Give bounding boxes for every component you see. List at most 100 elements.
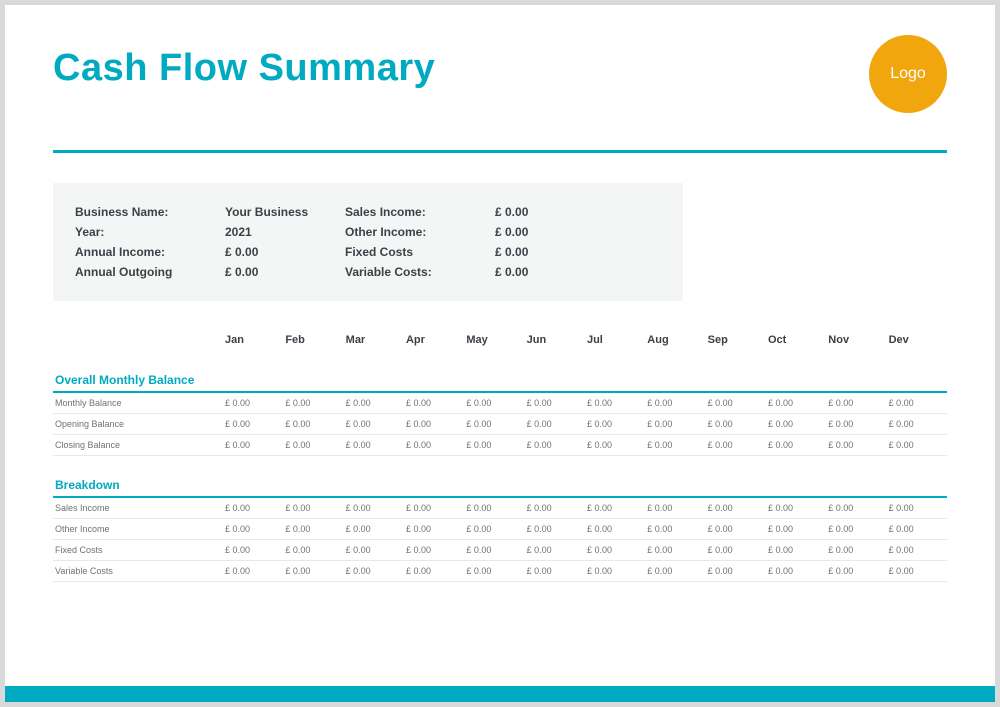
cell-value: £ 0.00 [585,561,645,582]
variable-costs-label: Variable Costs: [345,265,495,279]
cell-value: £ 0.00 [223,561,283,582]
cell-value: £ 0.00 [525,561,585,582]
cell-value: £ 0.00 [887,540,947,561]
cell-value: £ 0.00 [223,519,283,540]
cell-value: £ 0.00 [404,497,464,519]
cell-value: £ 0.00 [887,497,947,519]
month-header: Aug [645,329,705,351]
sales-income-label: Sales Income: [345,205,495,219]
cell-value: £ 0.00 [766,561,826,582]
cell-value: £ 0.00 [645,561,705,582]
business-name-label: Business Name: [75,205,225,219]
cell-value: £ 0.00 [283,414,343,435]
cell-value: £ 0.00 [283,435,343,456]
cell-value: £ 0.00 [344,519,404,540]
cell-value: £ 0.00 [706,519,766,540]
cell-value: £ 0.00 [344,497,404,519]
logo-text: Logo [890,65,926,83]
cell-value: £ 0.00 [706,561,766,582]
cell-value: £ 0.00 [525,414,585,435]
year-label: Year: [75,225,225,239]
cell-value: £ 0.00 [525,435,585,456]
cell-value: £ 0.00 [464,519,524,540]
cell-value: £ 0.00 [344,540,404,561]
table-wrap: JanFebMarAprMayJunJulAugSepOctNovDev Ove… [53,329,947,582]
cell-value: £ 0.00 [464,561,524,582]
cell-value: £ 0.00 [404,540,464,561]
cell-value: £ 0.00 [344,414,404,435]
cell-value: £ 0.00 [283,392,343,414]
section-title: Breakdown [53,456,947,498]
cell-value: £ 0.00 [706,414,766,435]
cell-value: £ 0.00 [766,497,826,519]
cell-value: £ 0.00 [826,414,886,435]
cell-value: £ 0.00 [826,519,886,540]
cell-value: £ 0.00 [223,497,283,519]
cell-value: £ 0.00 [223,414,283,435]
cell-value: £ 0.00 [525,497,585,519]
cell-value: £ 0.00 [464,414,524,435]
month-header: Apr [404,329,464,351]
cell-value: £ 0.00 [404,392,464,414]
cell-value: £ 0.00 [283,497,343,519]
cell-value: £ 0.00 [283,561,343,582]
cell-value: £ 0.00 [464,435,524,456]
cell-value: £ 0.00 [706,392,766,414]
table-row: Sales Income£ 0.00£ 0.00£ 0.00£ 0.00£ 0.… [53,497,947,519]
cell-value: £ 0.00 [464,497,524,519]
cell-value: £ 0.00 [645,435,705,456]
row-label: Opening Balance [53,414,223,435]
cell-value: £ 0.00 [826,435,886,456]
cell-value: £ 0.00 [706,497,766,519]
other-income-value: £ 0.00 [495,225,615,239]
month-header: Jan [223,329,283,351]
cell-value: £ 0.00 [404,435,464,456]
divider [53,150,947,153]
table-row: Fixed Costs£ 0.00£ 0.00£ 0.00£ 0.00£ 0.0… [53,540,947,561]
cell-value: £ 0.00 [645,414,705,435]
month-header: Jul [585,329,645,351]
cell-value: £ 0.00 [223,540,283,561]
month-header: Feb [283,329,343,351]
cell-value: £ 0.00 [645,392,705,414]
month-header: Oct [766,329,826,351]
month-header-row: JanFebMarAprMayJunJulAugSepOctNovDev [53,329,947,351]
cell-value: £ 0.00 [344,435,404,456]
cell-value: £ 0.00 [585,435,645,456]
cell-value: £ 0.00 [826,497,886,519]
cell-value: £ 0.00 [525,392,585,414]
month-header: Mar [344,329,404,351]
cell-value: £ 0.00 [585,392,645,414]
cell-value: £ 0.00 [645,540,705,561]
cell-value: £ 0.00 [645,497,705,519]
cell-value: £ 0.00 [344,392,404,414]
cell-value: £ 0.00 [766,435,826,456]
table-row: Closing Balance£ 0.00£ 0.00£ 0.00£ 0.00£… [53,435,947,456]
row-label: Variable Costs [53,561,223,582]
cell-value: £ 0.00 [766,540,826,561]
cell-value: £ 0.00 [223,392,283,414]
cell-value: £ 0.00 [826,561,886,582]
page: Cash Flow Summary Logo Business Name: Yo… [5,5,995,702]
month-header: Sep [706,329,766,351]
cell-value: £ 0.00 [404,519,464,540]
table-row: Variable Costs£ 0.00£ 0.00£ 0.00£ 0.00£ … [53,561,947,582]
cell-value: £ 0.00 [887,392,947,414]
cell-value: £ 0.00 [887,519,947,540]
cell-value: £ 0.00 [645,519,705,540]
row-label: Fixed Costs [53,540,223,561]
annual-income-value: £ 0.00 [225,245,345,259]
variable-costs-value: £ 0.00 [495,265,615,279]
cell-value: £ 0.00 [887,414,947,435]
cell-value: £ 0.00 [766,414,826,435]
cell-value: £ 0.00 [223,435,283,456]
data-table: JanFebMarAprMayJunJulAugSepOctNovDev Ove… [53,329,947,582]
cell-value: £ 0.00 [464,540,524,561]
cell-value: £ 0.00 [404,414,464,435]
annual-outgoing-value: £ 0.00 [225,265,345,279]
cell-value: £ 0.00 [344,561,404,582]
fixed-costs-label: Fixed Costs [345,245,495,259]
cell-value: £ 0.00 [464,392,524,414]
cell-value: £ 0.00 [585,414,645,435]
cell-value: £ 0.00 [525,540,585,561]
